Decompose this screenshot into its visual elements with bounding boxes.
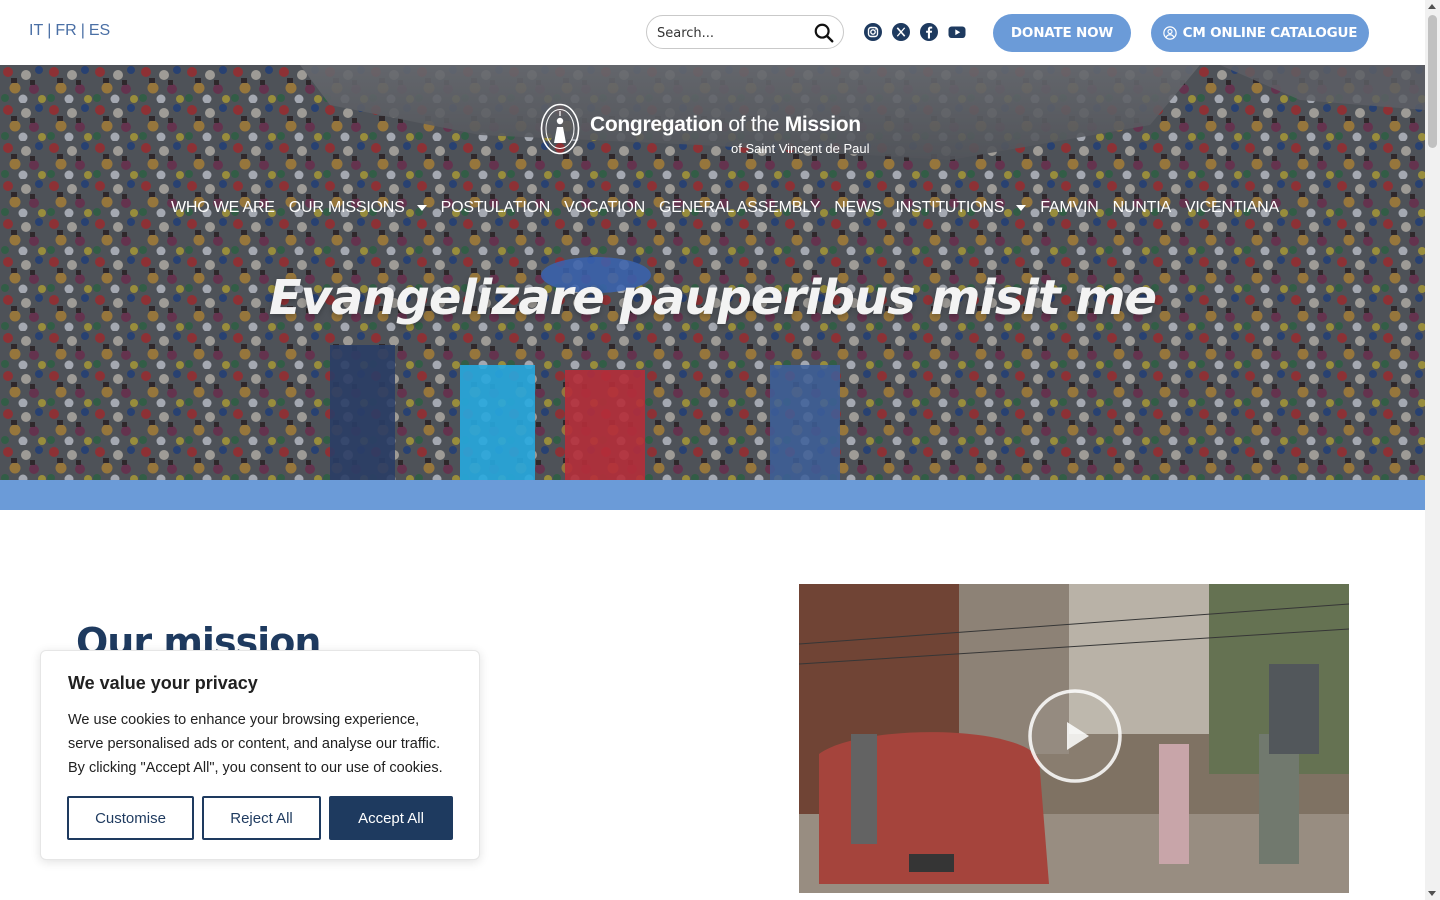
online-catalogue-label: CM ONLINE CATALOGUE xyxy=(1182,25,1358,41)
lang-es-link[interactable]: ES xyxy=(89,22,110,39)
nav-item-general-assembly[interactable]: GENERAL ASSEMBLY xyxy=(658,199,821,217)
lang-fr-link[interactable]: FR xyxy=(55,22,76,39)
page-scrollbar[interactable] xyxy=(1425,0,1440,900)
caret-down-icon[interactable] xyxy=(1016,205,1027,211)
accept-all-button[interactable]: Accept All xyxy=(329,796,453,840)
search-input[interactable] xyxy=(657,23,807,43)
reject-all-button[interactable]: Reject All xyxy=(202,796,321,840)
logo-word-mission: Mission xyxy=(784,113,861,136)
cookie-consent-dialog: We value your privacy We use cookies to … xyxy=(40,650,480,860)
cookie-description: We use cookies to enhance your browsing … xyxy=(68,712,443,776)
play-icon[interactable] xyxy=(1027,688,1123,784)
mission-video[interactable] xyxy=(799,584,1349,893)
language-switcher: IT | FR | ES xyxy=(29,22,110,40)
donate-now-button[interactable]: DONATE NOW xyxy=(993,14,1131,52)
scroll-up-arrow-icon[interactable] xyxy=(1428,4,1436,9)
hero-banner: Congregation of the Mission of Saint Vin… xyxy=(0,65,1425,480)
hero-accent-band xyxy=(0,480,1425,510)
nav-item-news[interactable]: NEWS xyxy=(834,199,881,217)
lang-separator: | xyxy=(80,22,85,39)
logo-word-of-the: of the xyxy=(722,113,785,136)
nav-item-nuntia[interactable]: NUNTIA xyxy=(1112,199,1172,217)
scrollbar-thumb[interactable] xyxy=(1428,15,1437,148)
search-icon[interactable] xyxy=(813,22,835,44)
youtube-icon[interactable] xyxy=(947,22,967,42)
online-catalogue-button[interactable]: CM ONLINE CATALOGUE xyxy=(1151,14,1369,52)
facebook-icon[interactable] xyxy=(919,22,939,42)
nav-item-label: WHO WE ARE xyxy=(171,199,275,216)
nav-item-famvin[interactable]: FAMVIN xyxy=(1040,199,1099,217)
nav-item-label: OUR MISSIONS xyxy=(288,199,405,216)
instagram-icon[interactable] xyxy=(863,22,883,42)
nav-item-vocation[interactable]: VOCATION xyxy=(564,199,645,217)
lang-separator: | xyxy=(47,22,52,39)
nav-item-postulation[interactable]: POSTULATION xyxy=(441,199,551,217)
logo-word-congregation: Congregation xyxy=(590,113,723,136)
main-navigation: WHO WE ARE OUR MISSIONS POSTULATION VOCA… xyxy=(171,198,1293,218)
scroll-down-arrow-icon[interactable] xyxy=(1428,891,1436,896)
nav-item-label: NUNTIA xyxy=(1112,199,1172,216)
logo-wordmark: Congregation of the Mission xyxy=(590,113,861,137)
user-circle-icon xyxy=(1162,26,1177,40)
nav-item-label: INSTITUTIONS xyxy=(895,199,1005,216)
nav-item-label: VICENTIANA xyxy=(1184,199,1279,216)
lang-it-link[interactable]: IT xyxy=(29,22,43,39)
x-icon[interactable] xyxy=(891,22,911,42)
search-box xyxy=(646,15,844,49)
nav-item-label: GENERAL ASSEMBLY xyxy=(658,199,821,216)
nav-item-who-we-are[interactable]: WHO WE ARE xyxy=(171,199,275,217)
customise-button[interactable]: Customise xyxy=(67,796,194,840)
nav-item-label: NEWS xyxy=(834,199,882,216)
nav-item-institutions[interactable]: INSTITUTIONS xyxy=(895,199,1027,217)
congregation-seal-icon xyxy=(540,103,580,155)
nav-item-our-missions[interactable]: OUR MISSIONS xyxy=(289,199,427,217)
caret-down-icon[interactable] xyxy=(416,205,427,211)
nav-item-label: VOCATION xyxy=(564,199,645,216)
nav-item-vicentiana[interactable]: VICENTIANA xyxy=(1185,199,1279,217)
logo-subtitle: of Saint Vincent de Paul xyxy=(731,141,870,156)
nav-item-label: POSTULATION xyxy=(440,199,551,216)
hero-title: Evangelizare pauperibus misit me xyxy=(268,270,1157,326)
cookie-title: We value your privacy xyxy=(68,673,258,693)
site-logo[interactable]: Congregation of the Mission of Saint Vin… xyxy=(540,103,890,161)
nav-item-label: FAMVIN xyxy=(1040,199,1099,216)
top-bar: IT|FR|ES DONATE NOW CM ONLINE CATALOGUE xyxy=(0,0,1425,65)
